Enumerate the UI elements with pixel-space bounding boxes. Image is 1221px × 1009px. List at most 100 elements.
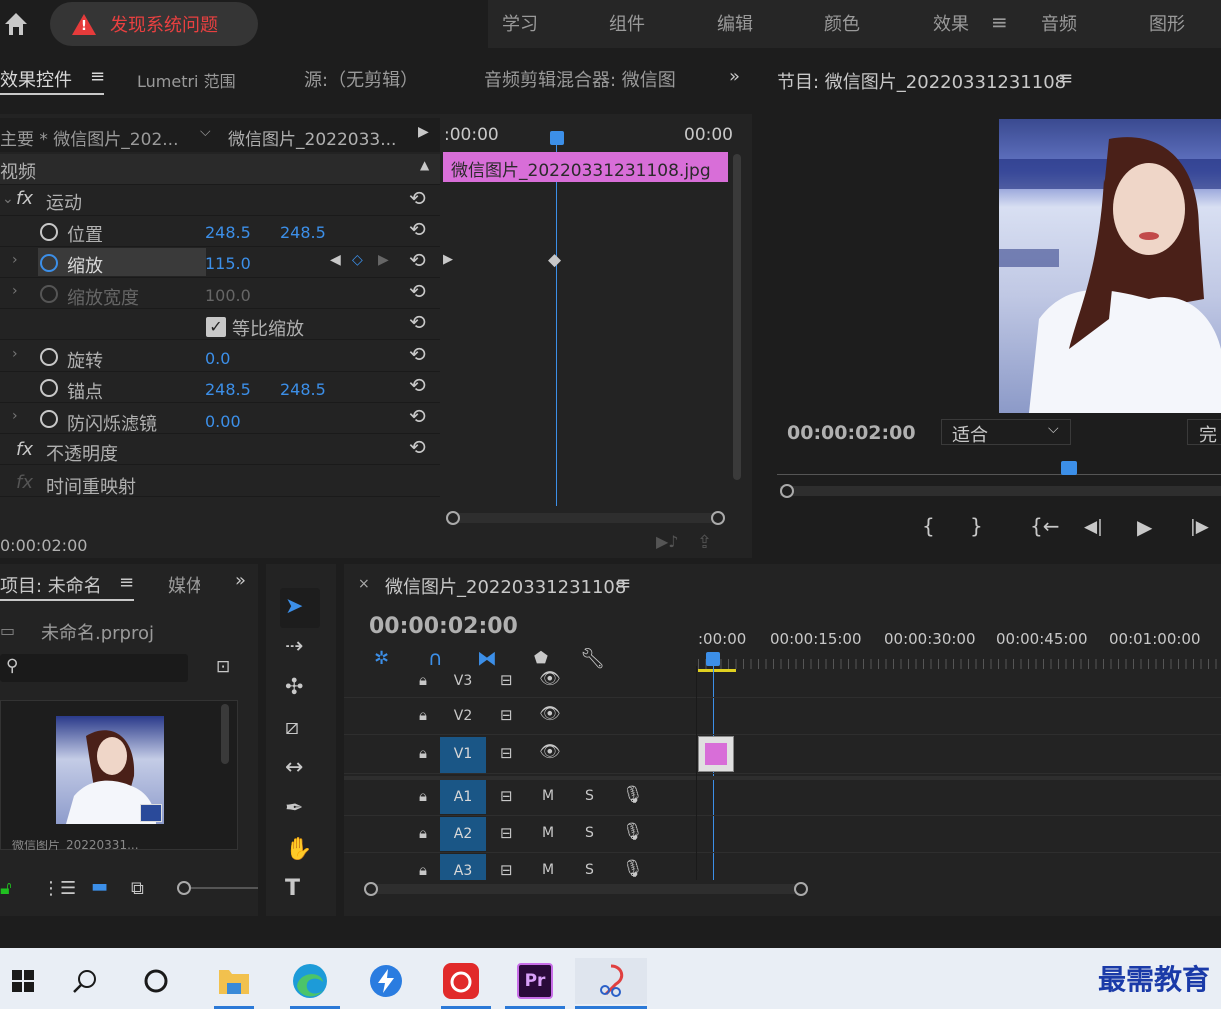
zoom-handle-left[interactable] [364, 882, 378, 896]
type-tool-icon[interactable]: T [285, 876, 300, 901]
audio-scrub-icon[interactable]: ▶♪ [656, 532, 679, 551]
timeline-zoom-bar[interactable] [370, 884, 800, 894]
quality-dropdown[interactable]: 完 [1187, 419, 1221, 446]
program-ruler[interactable] [777, 474, 1221, 475]
sync-lock-icon[interactable]: ⊟ [500, 706, 513, 724]
collapse-up-icon[interactable]: ▲ [420, 158, 429, 172]
windows-start-icon[interactable] [0, 958, 46, 1004]
mute-button[interactable]: M [542, 825, 554, 841]
reset-icon[interactable]: ⟲ [409, 435, 426, 459]
stopwatch-icon[interactable] [40, 410, 58, 428]
go-to-in-icon[interactable]: {← [1030, 514, 1059, 538]
selection-tool-icon[interactable]: ➤ [285, 594, 303, 619]
slip-tool-icon[interactable]: ↔ [285, 755, 303, 780]
reset-icon[interactable]: ⟲ [409, 217, 426, 241]
zoom-handle-right[interactable] [711, 511, 725, 525]
reset-icon[interactable]: ⟲ [409, 310, 426, 334]
track-target-a1[interactable]: A1 [440, 780, 486, 814]
panel-menu-icon[interactable]: ≡ [90, 66, 105, 87]
lock-track-icon[interactable]: 🔒︎ [419, 671, 427, 689]
icon-view-icon[interactable]: ▬ [91, 876, 108, 897]
chevron-icon[interactable]: › [12, 346, 18, 362]
thunder-app-icon[interactable] [363, 958, 409, 1004]
program-playhead-icon[interactable] [1061, 461, 1077, 475]
find-icon[interactable]: ⊡ [216, 657, 230, 677]
chevron-icon[interactable]: ⌄ [2, 191, 14, 207]
stopwatch-icon[interactable] [40, 379, 58, 397]
master-clip-label[interactable]: 主要 * 微信图片_202... [0, 125, 178, 150]
snipping-tool-icon[interactable] [575, 958, 647, 1004]
hand-tool-icon[interactable]: ✋ [285, 837, 312, 862]
mute-button[interactable]: M [542, 862, 554, 878]
fx-icon[interactable]: fx [16, 188, 33, 209]
microphone-icon[interactable]: 🎙︎ [622, 822, 644, 842]
reset-icon[interactable]: ⟲ [409, 342, 426, 366]
zoom-handle-right[interactable] [794, 882, 808, 896]
solo-button[interactable]: S [585, 788, 594, 804]
razor-tool-icon[interactable]: ⧄ [285, 715, 299, 740]
step-forward-icon[interactable]: |▶ [1190, 517, 1209, 537]
project-title[interactable]: 项目: 未命名 [0, 572, 102, 598]
ec-timecode[interactable]: 0:00:02:00 [0, 536, 87, 555]
zoom-slider[interactable] [180, 887, 258, 889]
solo-button[interactable]: S [585, 825, 594, 841]
netease-music-icon[interactable] [438, 958, 484, 1004]
program-title[interactable]: 节目: 微信图片_20220331231108 [777, 68, 1066, 94]
ec-playhead-icon[interactable] [550, 131, 564, 145]
opacity-row[interactable]: fx 不透明度 ⟲ [0, 434, 440, 465]
prev-keyframe-icon[interactable]: ◀ [330, 252, 341, 268]
solo-button[interactable]: S [585, 862, 594, 878]
workspace-color[interactable]: 颜色 [824, 10, 860, 36]
track-target-v2[interactable]: V2 [440, 699, 486, 733]
time-remap-row[interactable]: fx 时间重映射 [0, 466, 440, 498]
anchor-x-value[interactable]: 248.5 [205, 380, 251, 399]
tab-lumetri-scopes[interactable]: Lumetri 范围 [137, 68, 236, 92]
zoom-handle-left[interactable] [780, 484, 794, 498]
home-icon[interactable] [2, 10, 30, 38]
search-icon[interactable] [62, 958, 108, 1004]
workspace-assembly[interactable]: 组件 [609, 10, 645, 36]
reset-icon[interactable]: ⟲ [409, 373, 426, 397]
system-issue-button[interactable]: ! 发现系统问题 [50, 2, 258, 46]
program-video-frame[interactable] [999, 119, 1221, 413]
stopwatch-icon[interactable] [40, 348, 58, 366]
task-view-icon[interactable] [133, 958, 179, 1004]
anchor-y-value[interactable]: 248.5 [280, 380, 326, 399]
sequence-clip-label[interactable]: 微信图片_2022033... [228, 125, 396, 150]
stopwatch-icon[interactable] [40, 223, 58, 241]
motion-row[interactable]: ⌄ fx 运动 ⟲ [0, 185, 440, 216]
ec-clip-bar[interactable]: 微信图片_20220331231108.jpg [443, 152, 728, 182]
export-frame-icon[interactable]: ⇪ [697, 532, 712, 553]
mark-out-icon[interactable]: } [970, 514, 983, 538]
microphone-icon[interactable]: 🎙︎ [622, 859, 644, 879]
zoom-handle-left[interactable] [446, 511, 460, 525]
tab-effect-controls[interactable]: 效果控件 [0, 66, 72, 92]
position-y-value[interactable]: 248.5 [280, 223, 326, 242]
chevron-icon[interactable]: › [12, 283, 18, 299]
more-panels-icon[interactable]: » [235, 570, 246, 591]
eye-icon[interactable]: 👁︎ [539, 669, 561, 689]
track-target-a3[interactable]: A3 [440, 854, 486, 880]
step-back-icon[interactable]: ◀| [1084, 517, 1103, 537]
lock-icon[interactable]: 🔓︎ [0, 878, 12, 899]
sync-lock-icon[interactable]: ⊟ [500, 824, 513, 842]
freeform-view-icon[interactable]: ⧉ [131, 878, 144, 899]
lock-track-icon[interactable]: 🔒︎ [419, 744, 427, 762]
zoom-slider-handle[interactable] [177, 881, 191, 895]
workspace-effects[interactable]: 效果 [933, 10, 969, 36]
edge-browser-icon[interactable] [287, 958, 333, 1004]
fx-icon[interactable]: fx [16, 439, 33, 460]
timeline-clip[interactable] [698, 736, 734, 772]
chevron-icon[interactable]: › [12, 408, 18, 424]
close-icon[interactable]: × [358, 576, 370, 592]
rotation-value[interactable]: 0.0 [205, 349, 230, 368]
track-target-a2[interactable]: A2 [440, 817, 486, 851]
reset-icon[interactable]: ⟲ [409, 279, 426, 303]
list-view-icon[interactable]: ⋮☰ [42, 878, 76, 899]
microphone-icon[interactable]: 🎙︎ [622, 785, 644, 805]
program-timecode[interactable]: 00:00:02:00 [787, 422, 916, 444]
premiere-pro-icon[interactable]: Pr [512, 958, 558, 1004]
keyframe-diamond-icon[interactable]: ◆ [548, 250, 561, 270]
scale-value[interactable]: 115.0 [205, 254, 251, 273]
mark-in-icon[interactable]: { [922, 514, 935, 538]
